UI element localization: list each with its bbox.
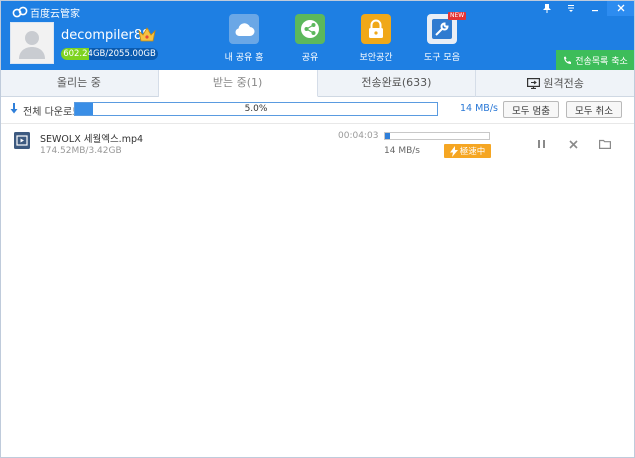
storage-quota-bar: 602.24GB/2055.00GB <box>61 48 158 60</box>
minimize-icon[interactable] <box>583 0 607 16</box>
video-file-icon <box>14 132 30 149</box>
user-silhouette-icon <box>19 31 45 59</box>
download-arrow-icon <box>10 103 18 114</box>
cancel-icon[interactable] <box>566 137 580 151</box>
tab-downloading[interactable]: 받는 중(1) <box>158 70 318 97</box>
menu-icon[interactable] <box>559 0 583 16</box>
overall-progress-bar: 5.0% <box>74 102 438 116</box>
share-icon <box>295 14 325 44</box>
transfer-tabs: 올리는 중 받는 중(1) 전송완료(633) 원격전송 <box>0 70 635 97</box>
tab-remote-transfer-label: 원격전송 <box>543 76 584 90</box>
collapse-transfer-list-label: 전송목록 축소 <box>575 56 628 67</box>
nav-label: 보안공간 <box>359 53 393 63</box>
collapse-transfer-list-button[interactable]: 전송목록 축소 <box>556 50 635 70</box>
overall-speed: 14 MB/s <box>460 103 498 114</box>
overall-download-toolbar: 전체 다운로드 5.0% 14 MB/s 모두 멈춤 모두 취소 <box>0 97 635 124</box>
crown-icon[interactable] <box>138 27 156 42</box>
accelerate-label: 極速中 <box>459 147 486 157</box>
overall-progress-percent: 5.0% <box>244 104 268 114</box>
app-title: 百度云管家 <box>30 9 80 20</box>
cancel-all-button[interactable]: 모두 취소 <box>566 101 622 118</box>
nav-label: 도구 모음 <box>424 53 460 63</box>
nav-share[interactable]: 공유 <box>278 12 342 66</box>
pause-icon[interactable] <box>534 137 548 151</box>
nav-label: 내 공유 홈 <box>224 53 264 63</box>
nav-label: 공유 <box>301 53 319 63</box>
remaining-time: 00:04:03 <box>338 131 379 141</box>
folder-icon[interactable] <box>598 137 612 151</box>
cloud-icon <box>229 14 259 44</box>
monitor-icon <box>527 78 541 89</box>
close-icon[interactable] <box>607 0 635 16</box>
file-progress-bar <box>384 132 490 140</box>
download-list-item[interactable]: SEWOLX 세월엑스.mp4 174.52MB/3.42GB 00:04:03… <box>0 125 635 161</box>
username[interactable]: decompiler88 <box>61 28 150 43</box>
pin-icon[interactable] <box>535 0 559 16</box>
accelerate-badge[interactable]: 極速中 <box>444 144 491 158</box>
file-name: SEWOLX 세월엑스.mp4 <box>40 134 144 145</box>
nav-toolbox[interactable]: NEW 도구 모음 <box>410 12 474 66</box>
window-controls <box>535 0 635 16</box>
nav-secure-space[interactable]: 보안공간 <box>344 12 408 66</box>
phone-icon <box>564 56 572 64</box>
lock-icon <box>361 14 391 44</box>
overall-download-label: 전체 다운로드 <box>23 107 82 118</box>
file-size: 174.52MB/3.42GB <box>40 146 122 156</box>
pause-all-button[interactable]: 모두 멈춤 <box>503 101 559 118</box>
tab-completed[interactable]: 전송완료(633) <box>318 70 477 97</box>
nav-my-share-home[interactable]: 내 공유 홈 <box>212 12 276 66</box>
new-badge: NEW <box>448 12 467 20</box>
baidu-cloud-logo-icon <box>12 6 28 18</box>
main-nav: 내 공유 홈 공유 보안공간 NEW 도구 모음 <box>212 12 476 66</box>
storage-quota-text: 602.24GB/2055.00GB <box>63 49 156 59</box>
avatar[interactable] <box>10 22 54 64</box>
header-bar: 百度云管家 decompiler88 602.24GB/2055.00GB 내 … <box>0 0 635 70</box>
tab-uploading[interactable]: 올리는 중 <box>0 70 159 97</box>
file-speed: 14 MB/s <box>384 146 420 156</box>
lightning-icon <box>449 145 458 157</box>
tab-remote-transfer[interactable]: 원격전송 <box>476 70 635 97</box>
file-progress-fill <box>385 133 391 139</box>
